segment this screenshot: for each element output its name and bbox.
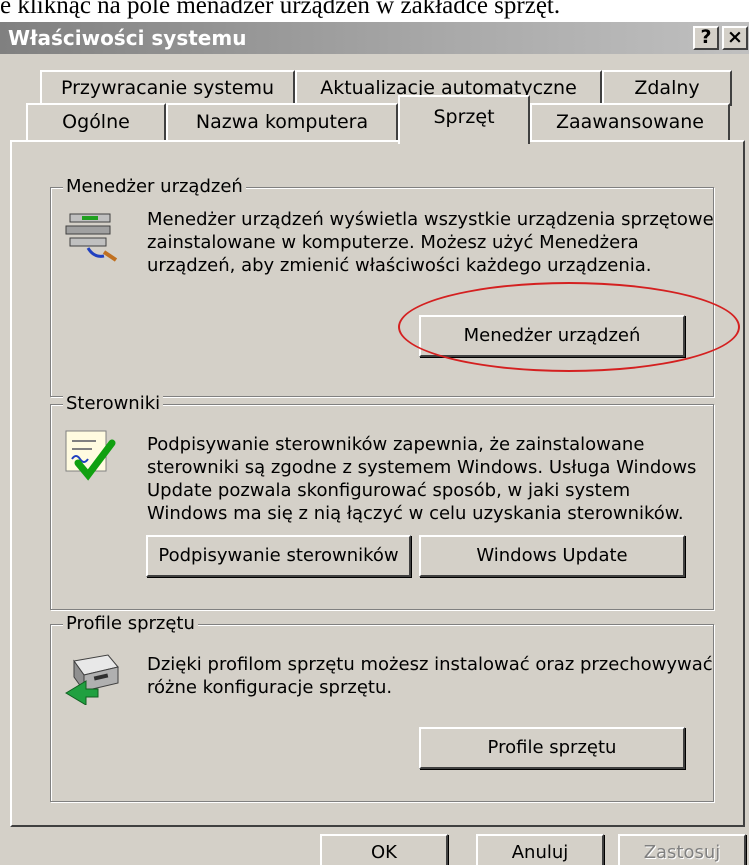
driver-signing-button[interactable]: Podpisywanie sterowników (146, 535, 411, 577)
description-line: urządzeń, aby zmienić właściwości każdeg… (147, 255, 652, 276)
tab-hardware[interactable]: Sprzęt (398, 95, 530, 144)
description-line: Windows ma się z nią łączyć w celu uzysk… (147, 503, 684, 524)
tab-advanced[interactable]: Zaawansowane (530, 103, 730, 141)
description-line: sterowniki są zgodne z systemem Windows.… (147, 457, 697, 478)
device-manager-description: Menedżer urządzeń wyświetla wszystkie ur… (147, 208, 714, 277)
windows-update-button[interactable]: Windows Update (419, 535, 685, 577)
ok-button[interactable]: OK (320, 834, 448, 865)
tab-label: Zaawansowane (556, 111, 704, 133)
title-bar[interactable]: Właściwości systemu ? × (0, 22, 749, 54)
description-line: Menedżer urządzeń wyświetla wszystkie ur… (147, 209, 714, 230)
tab-computer-name[interactable]: Nazwa komputera (166, 103, 398, 141)
hardware-profiles-group: Profile sprzętu Dzięki profilom sprzętu … (50, 612, 714, 802)
apply-button[interactable]: Zastosuj (618, 834, 746, 865)
caption-text: e kliknąc na pole menadżer urządzeń w za… (0, 0, 561, 19)
description-line: zainstalowane w komputerze. Możesz użyć … (147, 232, 639, 253)
description-line: Dzięki profilom sprzętu możesz instalowa… (147, 654, 713, 675)
drivers-group: Sterowniki Podpisywanie sterowników zape… (50, 392, 714, 610)
hardware-profiles-icon (65, 654, 119, 705)
help-button[interactable]: ? (693, 26, 719, 50)
tab-label: Nazwa komputera (195, 111, 369, 133)
hardware-profiles-group-title: Profile sprzętu (63, 612, 198, 636)
device-manager-group-title: Menedżer urządzeń (63, 175, 246, 199)
tab-system-restore[interactable]: Przywracanie systemu (40, 70, 295, 106)
cancel-button[interactable]: Anuluj (476, 834, 604, 865)
driver-signing-icon (65, 430, 116, 481)
close-button[interactable]: × (722, 26, 748, 50)
system-properties-window: Właściwości systemu ? × Przywracanie sys… (0, 22, 749, 865)
tab-general[interactable]: Ogólne (26, 103, 166, 141)
hardware-profiles-button[interactable]: Profile sprzętu (419, 727, 685, 769)
hardware-tab-panel: Menedżer urządzeń Menedżer urządzeń wyśw… (10, 140, 745, 827)
description-line: różne konfiguracje sprzętu. (147, 677, 393, 698)
hardware-profiles-description: Dzięki profilom sprzętu możesz instalowa… (147, 653, 713, 699)
tab-label: Zdalny (634, 77, 700, 99)
tab-label: Ogólne (62, 111, 130, 133)
tab-remote[interactable]: Zdalny (602, 70, 732, 106)
drivers-group-title: Sterowniki (63, 392, 164, 416)
drivers-description: Podpisywanie sterowników zapewnia, że za… (147, 433, 696, 525)
tab-label: Przywracanie systemu (60, 77, 275, 99)
window-title: Właściwości systemu (8, 26, 247, 50)
device-manager-icon (65, 213, 118, 262)
highlight-ellipse (398, 282, 740, 372)
description-line: Update pozwala skonfigurować sposób, w j… (147, 480, 631, 501)
description-line: Podpisywanie sterowników zapewnia, że za… (147, 434, 645, 455)
tab-label: Sprzęt (433, 106, 495, 128)
